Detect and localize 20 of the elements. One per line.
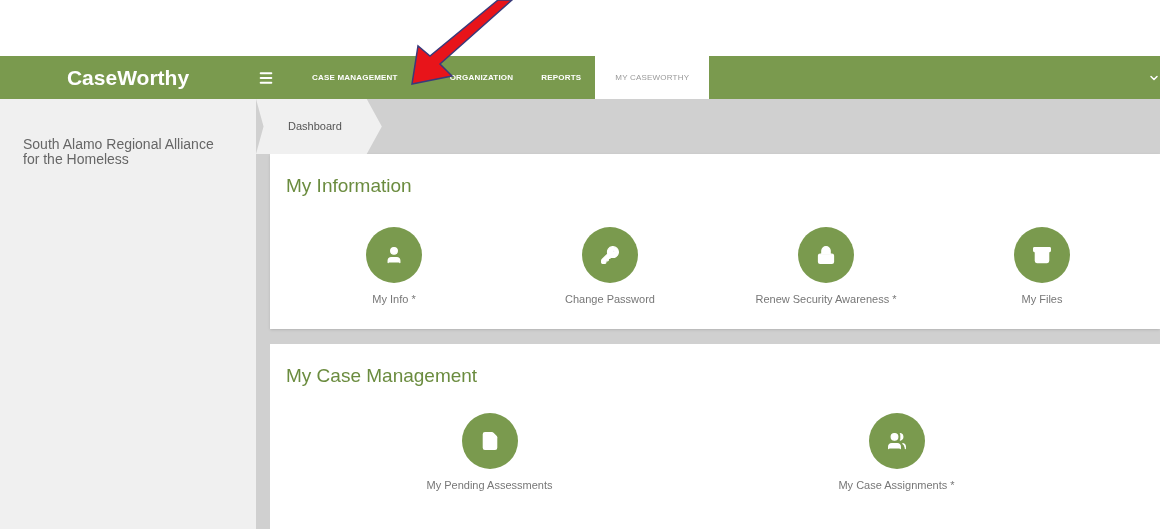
shortcut-label[interactable]: My Case Assignments *: [838, 476, 955, 493]
shortcut-label[interactable]: My Pending Assessments: [426, 476, 553, 493]
breadcrumb-item[interactable]: Dashboard: [256, 99, 382, 154]
people-icon: [886, 430, 907, 451]
menu-icon[interactable]: [258, 69, 274, 86]
archive-box-icon: [1032, 244, 1052, 265]
nav-tab[interactable]: ORGANIZATION: [411, 56, 528, 99]
section-title: My Case Management: [286, 364, 479, 388]
nav-tab[interactable]: REPORTS: [527, 56, 596, 99]
shortcut-label[interactable]: My Files: [1021, 290, 1063, 307]
nav-tab[interactable]: MY CASEWORTHY: [595, 56, 710, 99]
shortcut-label[interactable]: Change Password: [565, 290, 655, 307]
logo[interactable]: CaseWorthy: [66, 61, 190, 94]
nav-tab[interactable]: CASE MANAGEMENT: [298, 56, 412, 99]
lock-icon: [816, 244, 836, 265]
shortcut-label[interactable]: My Info *: [372, 290, 416, 307]
key-icon: [600, 244, 620, 265]
shortcut-label[interactable]: Renew Security Awareness *: [755, 290, 897, 307]
organization-name: South Alamo Regional Alliance for the Homeless: [23, 137, 215, 167]
section-title: My Information: [286, 174, 413, 198]
